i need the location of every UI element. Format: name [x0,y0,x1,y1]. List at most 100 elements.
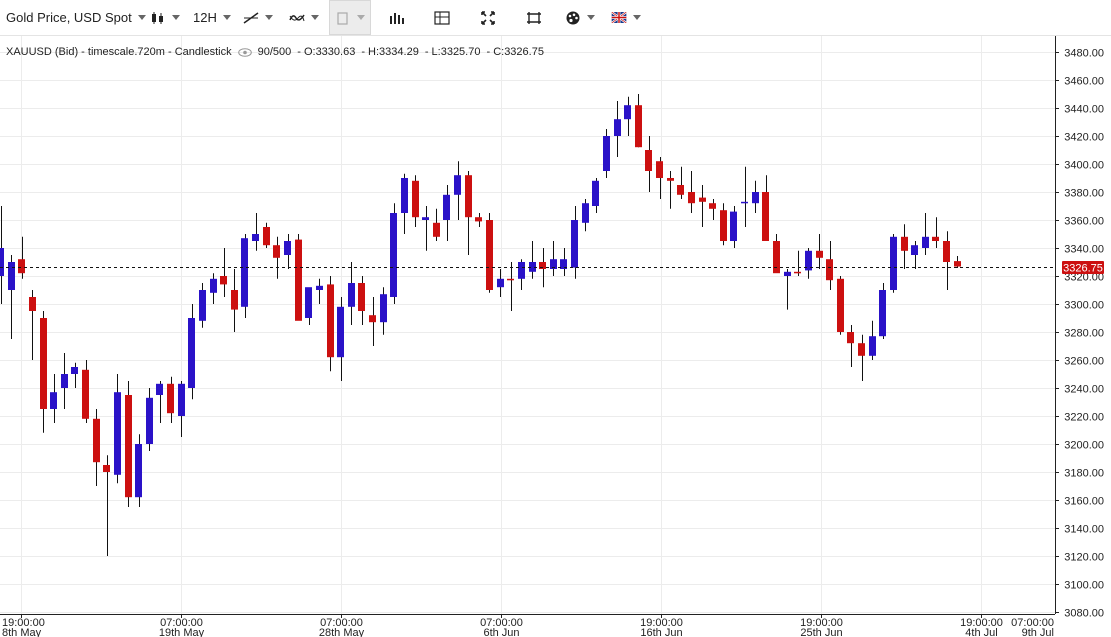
screenshot-button[interactable] [526,0,542,35]
candle[interactable] [295,234,302,321]
candle[interactable] [114,374,121,484]
candle[interactable] [667,171,674,209]
candle[interactable] [125,381,132,507]
candle[interactable] [401,173,408,234]
volume-bars-button[interactable] [388,0,404,35]
candle[interactable] [869,320,876,360]
candle[interactable] [475,213,482,227]
candle[interactable] [730,206,737,248]
candle[interactable] [422,206,429,251]
candle[interactable] [932,217,939,248]
candle[interactable] [50,374,57,423]
candle[interactable] [178,381,185,437]
candle[interactable] [879,283,886,339]
candle[interactable] [337,297,344,381]
candle[interactable] [560,248,567,276]
y-tick-label: 3140.00 [1064,524,1104,536]
candle[interactable] [61,353,68,409]
price-axis[interactable]: 3080.00 3100.00 3120.00 3140.00 3160.00 3180.… [1055,48,1104,620]
candle[interactable] [220,248,227,297]
candle[interactable] [592,178,599,213]
candle[interactable] [390,203,397,304]
candle[interactable] [29,290,36,360]
candle[interactable] [71,362,78,388]
candle[interactable] [794,250,801,276]
fullscreen-icon [481,10,495,25]
candle[interactable] [954,255,961,269]
candle[interactable] [507,262,514,311]
language-selector[interactable] [611,0,641,35]
candle[interactable] [741,166,748,227]
candle[interactable] [433,208,440,241]
candle[interactable] [752,180,759,213]
candle[interactable] [241,234,248,318]
candle[interactable] [582,199,589,232]
theme-selector[interactable] [565,0,595,35]
candle[interactable] [348,262,355,325]
candle[interactable] [210,273,217,304]
candle[interactable] [305,287,312,325]
candle[interactable] [454,161,461,220]
candle[interactable] [231,269,238,332]
candle[interactable] [199,283,206,328]
candle[interactable] [709,199,716,220]
candle[interactable] [720,203,727,246]
candle[interactable] [273,236,280,279]
candle[interactable] [550,241,557,276]
candle[interactable] [263,222,270,248]
indicators-selector[interactable] [289,0,319,35]
candle[interactable] [443,185,450,241]
candle[interactable] [252,213,259,251]
candle[interactable] [40,311,47,433]
candle[interactable] [645,136,652,192]
fill-tool-button[interactable] [329,0,371,35]
candle[interactable] [327,276,334,372]
candle[interactable] [284,234,291,269]
candle[interactable] [465,171,472,255]
candle[interactable] [805,248,812,279]
candle[interactable] [784,269,791,310]
candle[interactable] [486,213,493,293]
candle[interactable] [858,334,865,381]
candle[interactable] [316,278,323,304]
candle-body [582,203,589,223]
time-axis[interactable]: 19:00:008th May07:00:0019th May07:00:002… [2,614,1111,637]
candle[interactable] [901,224,908,269]
candle[interactable] [529,241,536,279]
candle[interactable] [358,276,365,325]
candle[interactable] [911,241,918,269]
candle[interactable] [624,96,631,136]
crosshair-button[interactable] [434,0,450,35]
candle[interactable] [146,388,153,451]
candle[interactable] [103,455,110,556]
candle[interactable] [688,171,695,213]
candle[interactable] [518,259,525,290]
eye-icon[interactable] [237,47,252,57]
timeframe-selector[interactable]: 12H [193,0,231,35]
candle-body [135,444,142,498]
candle[interactable] [603,129,610,178]
candle[interactable] [837,276,844,335]
candle[interactable] [135,434,142,507]
candle[interactable] [943,231,950,290]
candle-body [614,119,621,136]
candle[interactable] [677,166,684,199]
candlestick-chart[interactable]: 3080.00 3100.00 3120.00 3140.00 3160.00 3180.… [0,0,1111,637]
candle[interactable] [380,287,387,335]
candle[interactable] [762,175,769,241]
candle[interactable] [890,234,897,293]
candle-body [18,259,25,274]
candle-series[interactable] [0,94,961,556]
fullscreen-button[interactable] [480,0,496,35]
chart-type-selector[interactable] [150,0,180,35]
candle[interactable] [635,94,642,148]
candle[interactable] [93,409,100,486]
candle-body [71,367,78,374]
candle[interactable] [497,269,504,297]
symbol-selector[interactable]: Gold Price, USD Spot [6,0,146,35]
candle[interactable] [82,360,89,423]
candle[interactable] [614,101,621,157]
candle[interactable] [188,304,195,400]
candle[interactable] [412,175,419,227]
drawing-tools-selector[interactable] [243,0,273,35]
